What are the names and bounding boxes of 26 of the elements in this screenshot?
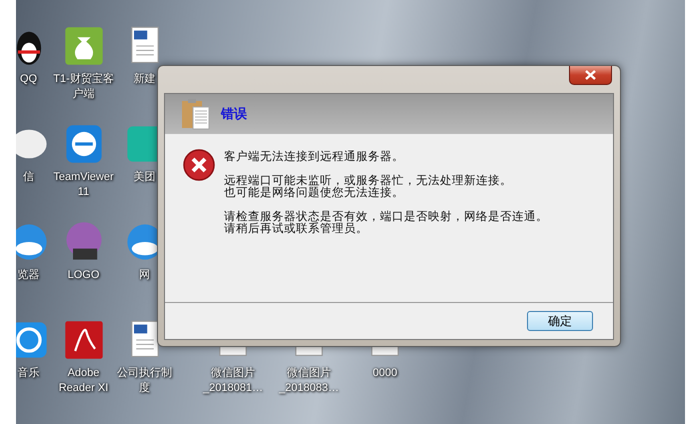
desktop-icon-label: LOGO xyxy=(68,268,100,283)
error-icon xyxy=(182,148,216,182)
desktop-icon-label: 美团 xyxy=(134,170,156,185)
desktop-icon-label: 信 xyxy=(23,170,34,185)
desktop-icon-label: 音乐 xyxy=(18,366,40,381)
dialog-title: 错误 xyxy=(221,106,247,123)
close-icon xyxy=(585,70,596,80)
clipboard-icon xyxy=(181,98,211,130)
message-text: 客户端无法连接到远程通服务器。 xyxy=(224,150,405,162)
desktop-icon-label: QQ xyxy=(20,72,38,87)
message-text: 也可能是网络问题使您无法连接。 xyxy=(224,186,405,198)
desktop-icon-label: T1-财贸宝客户端 xyxy=(53,72,114,102)
ok-button[interactable]: 确定 xyxy=(527,311,593,331)
desktop-icon-label: 微信图片_2018081… xyxy=(202,366,264,396)
desktop-icon-label: 微信图片_2018083… xyxy=(278,366,340,396)
desktop-icon-label: 新建 xyxy=(134,72,156,87)
desktop-icon-label: TeamViewer 11 xyxy=(53,170,114,200)
desktop-icon-label: 0000 xyxy=(372,366,398,381)
close-button[interactable] xyxy=(569,66,612,85)
desktop-icon-label: 览器 xyxy=(18,268,40,283)
desktop-icon-label: 网 xyxy=(139,268,150,283)
message-text: 请检查服务器状态是否有效，端口是否映射，网络是否连通。 xyxy=(224,210,548,222)
message-text: 请稍后再试或联系管理员。 xyxy=(224,222,369,234)
desktop-icon-label: 公司执行制度 xyxy=(116,366,173,396)
desktop-icon-label: Adobe Reader XI xyxy=(58,366,110,396)
message-text: 远程端口可能未监听，或服务器忙，无法处理新连接。 xyxy=(224,174,513,186)
